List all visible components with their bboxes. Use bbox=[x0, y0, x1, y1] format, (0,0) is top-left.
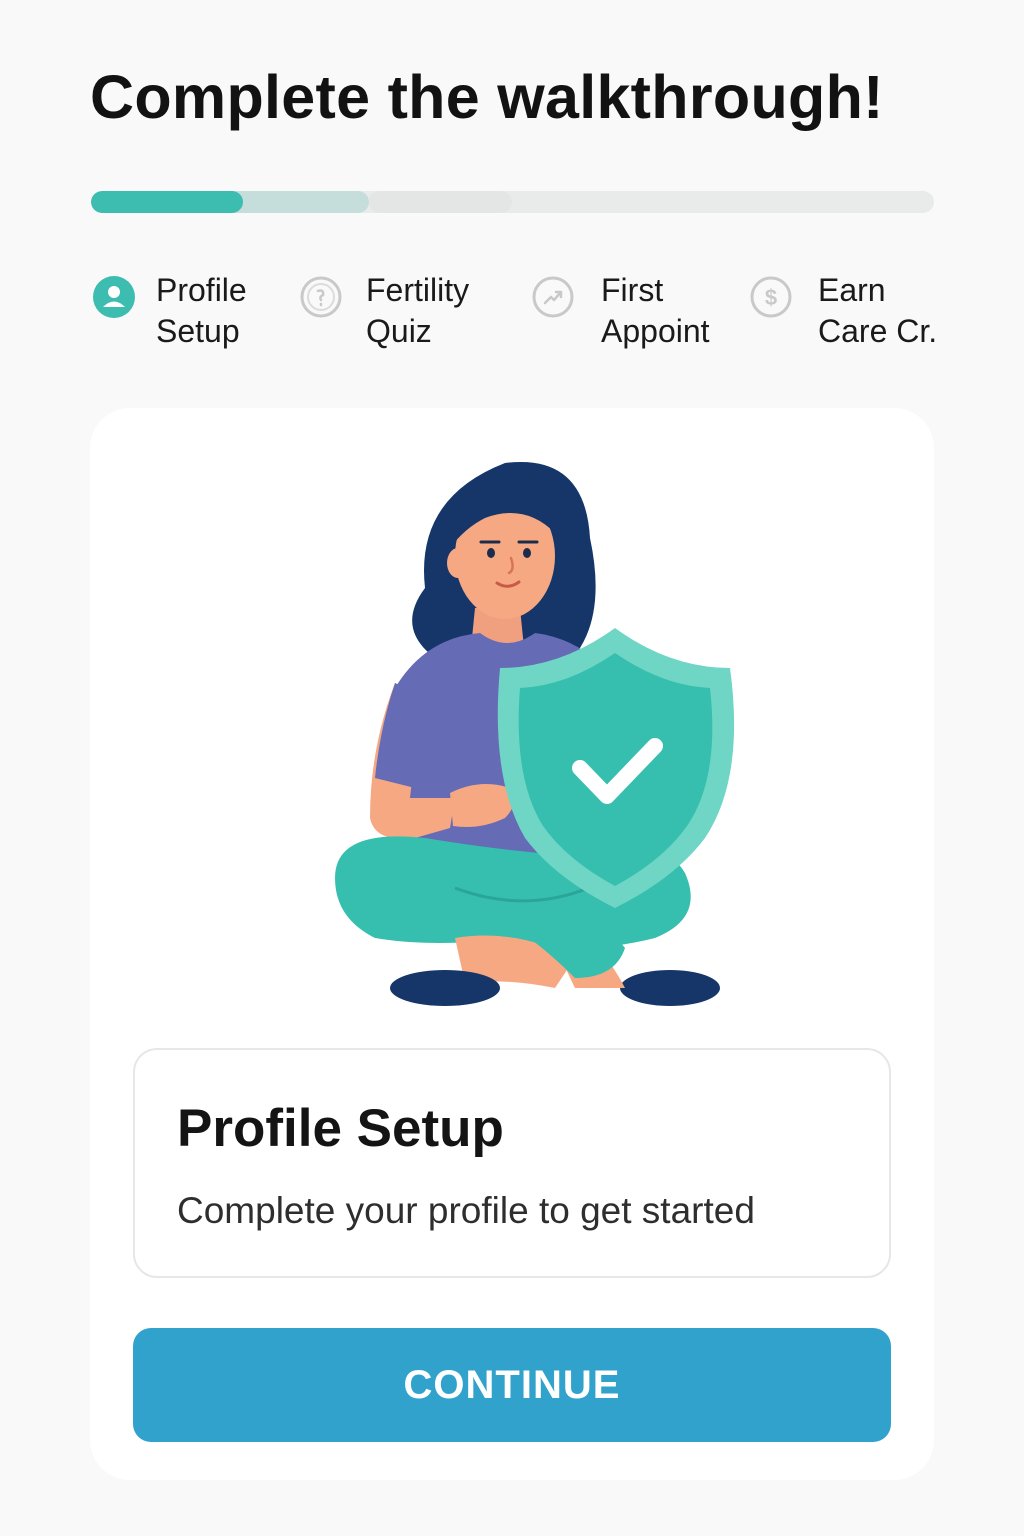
svg-text:$: $ bbox=[765, 285, 777, 310]
step-earn-care-credits[interactable]: $ Earn Care Cr. bbox=[750, 270, 937, 352]
step-label: First Appoint bbox=[601, 272, 710, 349]
trend-arrow-icon bbox=[532, 276, 574, 318]
question-coin-icon bbox=[300, 276, 342, 318]
step-info-box: Profile Setup Complete your profile to g… bbox=[133, 1048, 891, 1278]
progress-bar bbox=[91, 191, 934, 213]
step-profile-setup[interactable]: Profile Setup bbox=[93, 270, 247, 352]
step-description: Complete your profile to get started bbox=[177, 1190, 755, 1231]
step-list: Profile Setup Fertility Quiz First Appoi… bbox=[0, 270, 1024, 360]
progress-fill bbox=[91, 191, 243, 213]
step-title: Profile Setup bbox=[177, 1099, 504, 1158]
step-fertility-quiz[interactable]: Fertility Quiz bbox=[300, 270, 469, 352]
step-label: Fertility Quiz bbox=[366, 272, 470, 349]
step-card: Profile Setup Complete your profile to g… bbox=[90, 408, 934, 1480]
dollar-icon: $ bbox=[750, 276, 792, 318]
walkthrough-screen: Complete the walkthrough! Profile Setup bbox=[0, 0, 1024, 1536]
user-icon bbox=[93, 276, 135, 318]
woman-with-shield-illustration bbox=[335, 461, 735, 1006]
page-title: Complete the walkthrough! bbox=[90, 63, 884, 131]
continue-button[interactable]: CONTINUE bbox=[133, 1328, 891, 1442]
step-label: Profile Setup bbox=[156, 272, 247, 349]
progress-segment-upcoming bbox=[369, 191, 513, 213]
step-first-appointment[interactable]: First Appoint bbox=[532, 270, 710, 352]
step-label: Earn Care Cr. bbox=[818, 272, 938, 349]
